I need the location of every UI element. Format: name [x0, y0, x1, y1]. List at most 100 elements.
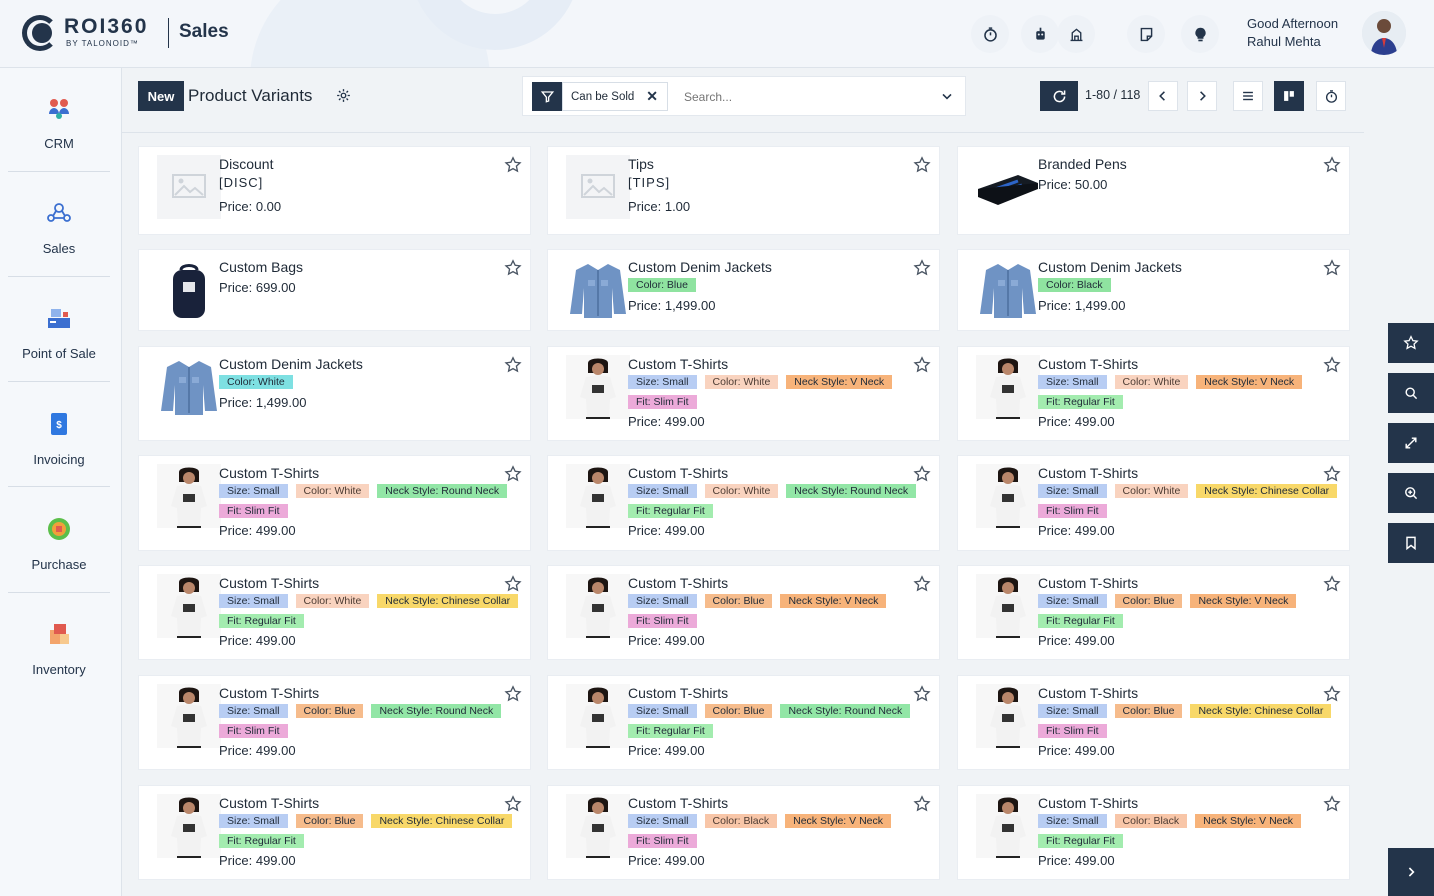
variant-tag: Color: Blue [295, 704, 364, 718]
product-card[interactable]: Custom T-Shirts Size: Small Color: Blue Nec… [957, 565, 1350, 660]
star-icon[interactable] [913, 156, 931, 174]
product-price: Price: 499.00 [219, 853, 296, 868]
greeting-text: Good Afternoon [1247, 16, 1339, 31]
star-icon[interactable] [913, 356, 931, 374]
sidebar-divider [8, 592, 110, 593]
product-card[interactable]: Tips [TIPS] Price: 1.00 [547, 146, 940, 235]
product-card[interactable]: Custom Denim Jackets Color: White Price: 1… [138, 346, 531, 441]
star-icon[interactable] [504, 356, 522, 374]
product-card[interactable]: Discount [DISC] Price: 0.00 [138, 146, 531, 235]
robot-icon[interactable] [1021, 15, 1059, 53]
expand-panel-button[interactable] [1388, 848, 1434, 896]
product-card[interactable]: Custom T-Shirts Size: Small Color: Blue Nec… [547, 675, 940, 770]
product-card[interactable]: Custom T-Shirts Size: Small Color: White Ne… [547, 346, 940, 441]
product-name: Custom Bags [219, 259, 304, 275]
activity-view-button[interactable] [1316, 81, 1346, 111]
expand-dock-button[interactable] [1388, 423, 1434, 463]
notes-icon[interactable] [1127, 15, 1165, 53]
sidebar-item-inventory[interactable]: Inventory [8, 594, 110, 699]
sales-icon [47, 203, 71, 222]
product-card[interactable]: Custom T-Shirts Size: Small Color: White Ne… [138, 565, 531, 660]
pager-next-button[interactable] [1187, 81, 1217, 111]
product-card[interactable]: Custom T-Shirts Size: Small Color: White Ne… [138, 455, 531, 551]
product-name: Custom T-Shirts [628, 685, 729, 701]
star-icon[interactable] [504, 156, 522, 174]
kanban-view-button[interactable] [1274, 81, 1304, 111]
reload-button[interactable] [1040, 81, 1078, 111]
product-name: Custom Denim Jackets [628, 259, 772, 275]
sidebar-item-sales[interactable]: Sales [8, 173, 110, 278]
variant-tag: Neck Style: V Neck [1196, 375, 1303, 389]
avatar[interactable] [1362, 11, 1406, 55]
sidebar-item-crm[interactable]: CRM [8, 68, 110, 173]
product-card[interactable]: Custom T-Shirts Size: Small Color: Black Ne… [547, 785, 940, 880]
star-icon[interactable] [1323, 685, 1341, 703]
favorite-dock-button[interactable] [1388, 323, 1434, 363]
search-input[interactable] [676, 83, 922, 110]
control-panel-divider [122, 132, 1364, 133]
list-view-button[interactable] [1233, 81, 1263, 111]
product-image [157, 258, 221, 322]
star-icon[interactable] [504, 259, 522, 277]
tshirt-model-image [157, 684, 221, 748]
star-icon[interactable] [504, 795, 522, 813]
star-icon[interactable] [1323, 465, 1341, 483]
building-icon[interactable] [1057, 15, 1095, 53]
star-icon[interactable] [1323, 156, 1341, 174]
close-icon[interactable]: ✕ [646, 88, 658, 105]
star-icon[interactable] [504, 465, 522, 483]
list-icon [1243, 91, 1253, 101]
variant-tag: Neck Style: Chinese Collar [1196, 484, 1338, 498]
pens-image [978, 175, 1038, 205]
pager-value[interactable]: 1-80 / 118 [1085, 88, 1140, 102]
star-icon[interactable] [504, 685, 522, 703]
chevron-down-icon[interactable] [938, 88, 956, 104]
new-button[interactable]: New [138, 81, 184, 111]
crm-icon [49, 99, 69, 119]
search-dock-button[interactable] [1388, 373, 1434, 413]
variant-tags: Size: Small Color: Blue Neck Style: V Neck… [628, 594, 933, 628]
product-card[interactable]: Branded Pens Price: 50.00 [957, 146, 1350, 235]
bookmark-dock-button[interactable] [1388, 523, 1434, 563]
product-image [976, 684, 1040, 748]
product-card[interactable]: Custom T-Shirts Size: Small Color: White Ne… [547, 455, 940, 551]
star-icon[interactable] [913, 465, 931, 483]
star-icon[interactable] [913, 795, 931, 813]
product-card[interactable]: Custom Denim Jackets Color: Blue Price: 1,… [547, 249, 940, 331]
zoom-dock-button[interactable] [1388, 473, 1434, 513]
jacket-image [161, 361, 217, 415]
product-card[interactable]: Custom Bags Price: 699.00 [138, 249, 531, 331]
gear-icon[interactable] [336, 88, 351, 103]
product-card[interactable]: Custom T-Shirts Size: Small Color: White Ne… [957, 455, 1350, 551]
product-card[interactable]: Custom T-Shirts Size: Small Color: White Ne… [957, 346, 1350, 441]
star-icon[interactable] [504, 575, 522, 593]
star-icon[interactable] [1323, 575, 1341, 593]
variant-tag: Size: Small [1038, 594, 1107, 608]
pager-previous-button[interactable] [1148, 81, 1178, 111]
star-icon[interactable] [1323, 356, 1341, 374]
kanban-icon [1284, 91, 1294, 101]
filter-toggle-button[interactable] [532, 82, 562, 111]
product-card[interactable]: Custom T-Shirts Size: Small Color: Blue Nec… [138, 785, 531, 880]
variant-tag: Neck Style: Round Neck [377, 484, 508, 498]
product-image [566, 258, 630, 322]
timer-icon[interactable] [971, 15, 1009, 53]
product-card[interactable]: Custom T-Shirts Size: Small Color: Blue Nec… [138, 675, 531, 770]
product-card[interactable]: Custom T-Shirts Size: Small Color: Blue Nec… [547, 565, 940, 660]
product-card[interactable]: Custom Denim Jackets Color: Black Price: 1… [957, 249, 1350, 331]
star-icon[interactable] [913, 575, 931, 593]
star-icon[interactable] [1323, 795, 1341, 813]
star-icon[interactable] [913, 685, 931, 703]
star-icon[interactable] [913, 259, 931, 277]
sidebar-item-purchase[interactable]: Purchase [8, 489, 110, 594]
tshirt-model-image [157, 464, 221, 528]
sidebar-item-point-of-sale[interactable]: Point of Sale [8, 278, 110, 383]
product-card[interactable]: Custom T-Shirts Size: Small Color: Black Ne… [957, 785, 1350, 880]
star-icon[interactable] [1323, 259, 1341, 277]
lightbulb-icon[interactable] [1181, 15, 1219, 53]
product-card[interactable]: Custom T-Shirts Size: Small Color: Blue Nec… [957, 675, 1350, 770]
brand-logo[interactable]: ROI360 BY TALONOID™ [22, 13, 172, 53]
sidebar-item-invoicing[interactable]: $ Invoicing [8, 384, 110, 489]
variant-tag: Color: Blue [704, 704, 773, 718]
zoom-icon [1405, 487, 1418, 500]
